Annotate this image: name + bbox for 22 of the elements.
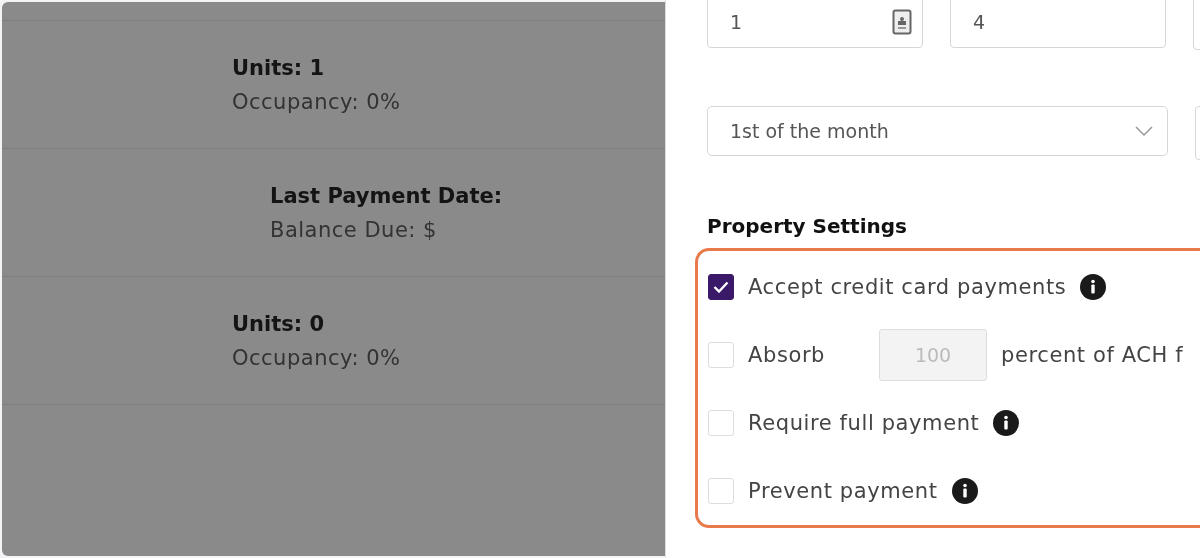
option-label: Absorb bbox=[748, 343, 826, 367]
row-detail: Balance Due: $ bbox=[270, 217, 438, 242]
checkmark-icon bbox=[713, 281, 729, 293]
option-label: Prevent payment bbox=[748, 479, 938, 503]
row-title: Units: 1 bbox=[232, 55, 326, 80]
chevron-down-icon bbox=[1135, 126, 1153, 136]
info-icon[interactable] bbox=[1080, 274, 1107, 300]
info-icon[interactable] bbox=[951, 478, 978, 504]
section-heading: Property Settings bbox=[707, 214, 908, 238]
number-field[interactable]: 1 bbox=[707, 0, 923, 48]
info-icon[interactable] bbox=[993, 410, 1020, 436]
option-label: Require full payment bbox=[748, 411, 980, 435]
number-field[interactable]: 4 bbox=[950, 0, 1166, 48]
due-date-select[interactable]: 1st of the month bbox=[707, 106, 1168, 156]
contact-card-icon[interactable] bbox=[892, 9, 912, 35]
row-title: Units: 0 bbox=[232, 311, 326, 336]
checkbox[interactable] bbox=[708, 274, 734, 300]
row-detail: Occupancy: 0% bbox=[232, 89, 402, 114]
row-detail: Occupancy: 0% bbox=[232, 345, 402, 370]
option-label: Accept credit card payments bbox=[748, 275, 1067, 299]
option-label: percent of ACH f bbox=[1001, 343, 1184, 367]
row-title: Last Payment Date: bbox=[270, 183, 504, 208]
